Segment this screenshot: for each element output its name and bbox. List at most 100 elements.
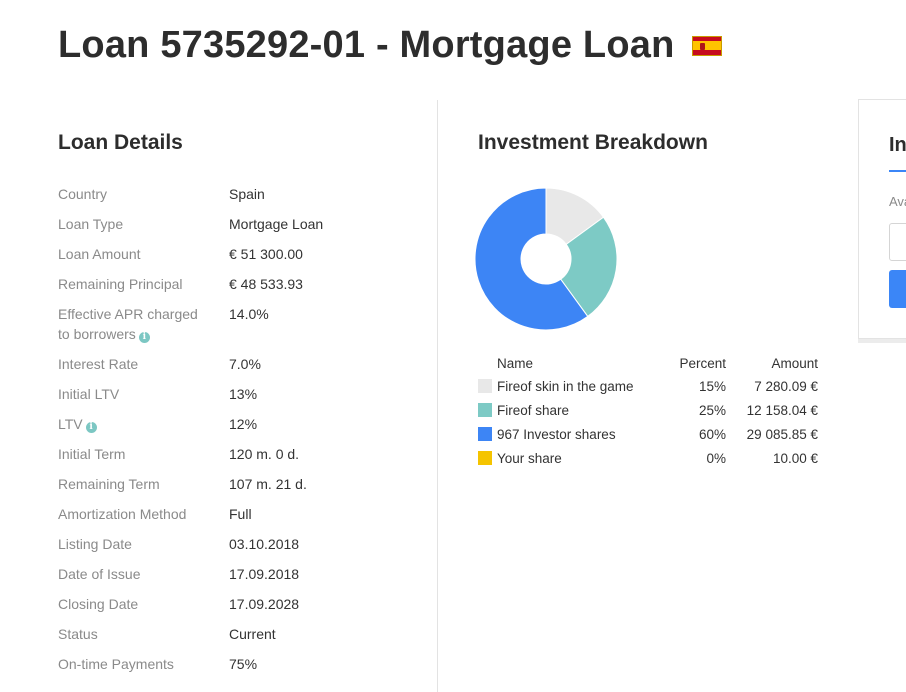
detail-label-text: Listing Date	[58, 536, 132, 552]
detail-row: Status Current	[58, 624, 418, 644]
detail-label-text: Loan Amount	[58, 246, 141, 262]
detail-label-text: Interest Rate	[58, 356, 139, 372]
detail-label-text: Remaining Principal	[58, 276, 183, 292]
loan-details-list: Country Spain Loan Type Mortgage Loan Loan A…	[58, 184, 418, 684]
detail-label-text: Loan Type	[58, 216, 124, 232]
detail-label-text: Status	[58, 626, 98, 642]
legend-name: 967 Investor shares	[497, 426, 616, 442]
detail-value: Full	[229, 506, 252, 522]
legend-name-cell: Fireof share	[478, 403, 656, 418]
loan-details-title: Loan Details	[58, 131, 183, 154]
detail-label: Amortization Method	[58, 504, 229, 524]
page-title-text: Loan 5735292-01 - Mortgage Loan	[58, 24, 675, 66]
detail-row: Initial LTV 13%	[58, 384, 418, 404]
detail-value: Spain	[229, 186, 265, 202]
detail-label: LTV i	[58, 414, 229, 434]
detail-value: 7.0%	[229, 356, 261, 372]
legend-name-cell: 967 Investor shares	[478, 427, 656, 442]
legend-swatch	[478, 451, 492, 465]
legend-header-amount: Amount	[771, 355, 818, 371]
legend-header-percent: Percent	[679, 355, 726, 371]
legend-percent: 60%	[698, 426, 726, 442]
detail-label: Remaining Principal	[58, 274, 229, 294]
detail-row: Remaining Term 107 m. 21 d.	[58, 474, 418, 494]
detail-label: Status	[58, 624, 229, 644]
detail-label: Initial Term	[58, 444, 229, 464]
detail-row: Date of Issue 17.09.2018	[58, 564, 418, 584]
spain-flag-icon	[692, 35, 723, 56]
legend-amount: 29 085.85 €	[746, 426, 818, 442]
legend-name: Fireof share	[497, 402, 570, 418]
info-icon[interactable]: i	[138, 332, 150, 343]
legend-row: Fireof share 25% 12 158.04 €	[478, 398, 820, 422]
legend-amount: 10.00 €	[772, 450, 818, 466]
donut-chart-svg	[474, 187, 618, 331]
legend-name-cell: Fireof skin in the game	[478, 379, 656, 394]
detail-label: Initial LTV	[58, 384, 229, 404]
detail-row: Loan Type Mortgage Loan	[58, 214, 418, 234]
breakdown-legend-table: Name Percent Amount Fireof skin in the g…	[478, 354, 820, 470]
detail-value: Current	[229, 626, 276, 642]
detail-label-text: Effective APR charged	[58, 306, 198, 322]
side-panel-tab-indicator[interactable]	[889, 170, 906, 172]
detail-value: 03.10.2018	[229, 536, 300, 552]
invest-button[interactable]	[889, 270, 906, 308]
detail-value: 107 m. 21 d.	[229, 476, 307, 492]
legend-name-cell: Your share	[478, 451, 656, 466]
detail-label-text: Closing Date	[58, 596, 139, 612]
legend-header-row: Name Percent Amount	[478, 354, 820, 372]
legend-percent: 25%	[698, 402, 726, 418]
detail-value: 75%	[229, 656, 258, 672]
info-icon[interactable]: i	[85, 422, 97, 433]
invest-side-panel: In Ava	[858, 99, 906, 339]
investment-breakdown-title: Investment Breakdown	[478, 131, 708, 154]
detail-row: Country Spain	[58, 184, 418, 204]
detail-label: Country	[58, 184, 229, 204]
detail-value: 120 m. 0 d.	[229, 446, 300, 462]
detail-label-text: On-time Payments	[58, 656, 174, 672]
side-panel-title: In	[889, 134, 906, 156]
detail-row: Loan Amount € 51 300.00	[58, 244, 418, 264]
detail-row: Effective APR charged to borrowers i 14.0%	[58, 304, 418, 344]
legend-name: Your share	[497, 450, 562, 466]
page-title: Loan 5735292-01 - Mortgage Loan	[58, 24, 723, 67]
legend-row: Fireof skin in the game 15% 7 280.09 €	[478, 374, 820, 398]
legend-swatch	[478, 403, 492, 417]
detail-label-text: Date of Issue	[58, 566, 141, 582]
legend-percent: 15%	[698, 378, 726, 394]
detail-value: 12%	[229, 416, 258, 432]
detail-row: Amortization Method Full	[58, 504, 418, 524]
detail-label: Interest Rate	[58, 354, 229, 374]
legend-row: Your share 0% 10.00 €	[478, 446, 820, 470]
detail-label-text: Initial Term	[58, 446, 126, 462]
detail-value: 13%	[229, 386, 258, 402]
detail-label-text: LTV	[58, 416, 83, 432]
detail-label: Effective APR charged to borrowers i	[58, 304, 229, 344]
legend-row: 967 Investor shares 60% 29 085.85 €	[478, 422, 820, 446]
detail-row: Listing Date 03.10.2018	[58, 534, 418, 554]
detail-row: Remaining Principal € 48 533.93	[58, 274, 418, 294]
legend-percent: 0%	[706, 450, 726, 466]
legend-amount: 7 280.09 €	[754, 378, 818, 394]
detail-value: € 51 300.00	[229, 246, 303, 262]
detail-row: Initial Term 120 m. 0 d.	[58, 444, 418, 464]
invest-amount-input[interactable]	[889, 223, 906, 261]
detail-label: On-time Payments	[58, 654, 229, 674]
detail-label-text: Remaining Term	[58, 476, 160, 492]
legend-swatch	[478, 427, 492, 441]
legend-header-name: Name	[497, 355, 534, 371]
detail-row: On-time Payments 75%	[58, 654, 418, 674]
detail-label-text: Amortization Method	[58, 506, 187, 522]
detail-label: Loan Type	[58, 214, 229, 234]
legend-name: Fireof skin in the game	[497, 378, 634, 394]
detail-label-text: Initial LTV	[58, 386, 120, 402]
side-panel-available-label: Ava	[889, 194, 906, 209]
detail-label: Date of Issue	[58, 564, 229, 584]
investment-donut-chart	[474, 187, 618, 331]
detail-value: 17.09.2018	[229, 566, 300, 582]
detail-value: Mortgage Loan	[229, 216, 324, 232]
column-divider	[437, 100, 438, 692]
detail-row: Interest Rate 7.0%	[58, 354, 418, 374]
detail-label: Closing Date	[58, 594, 229, 614]
detail-label: Loan Amount	[58, 244, 229, 264]
